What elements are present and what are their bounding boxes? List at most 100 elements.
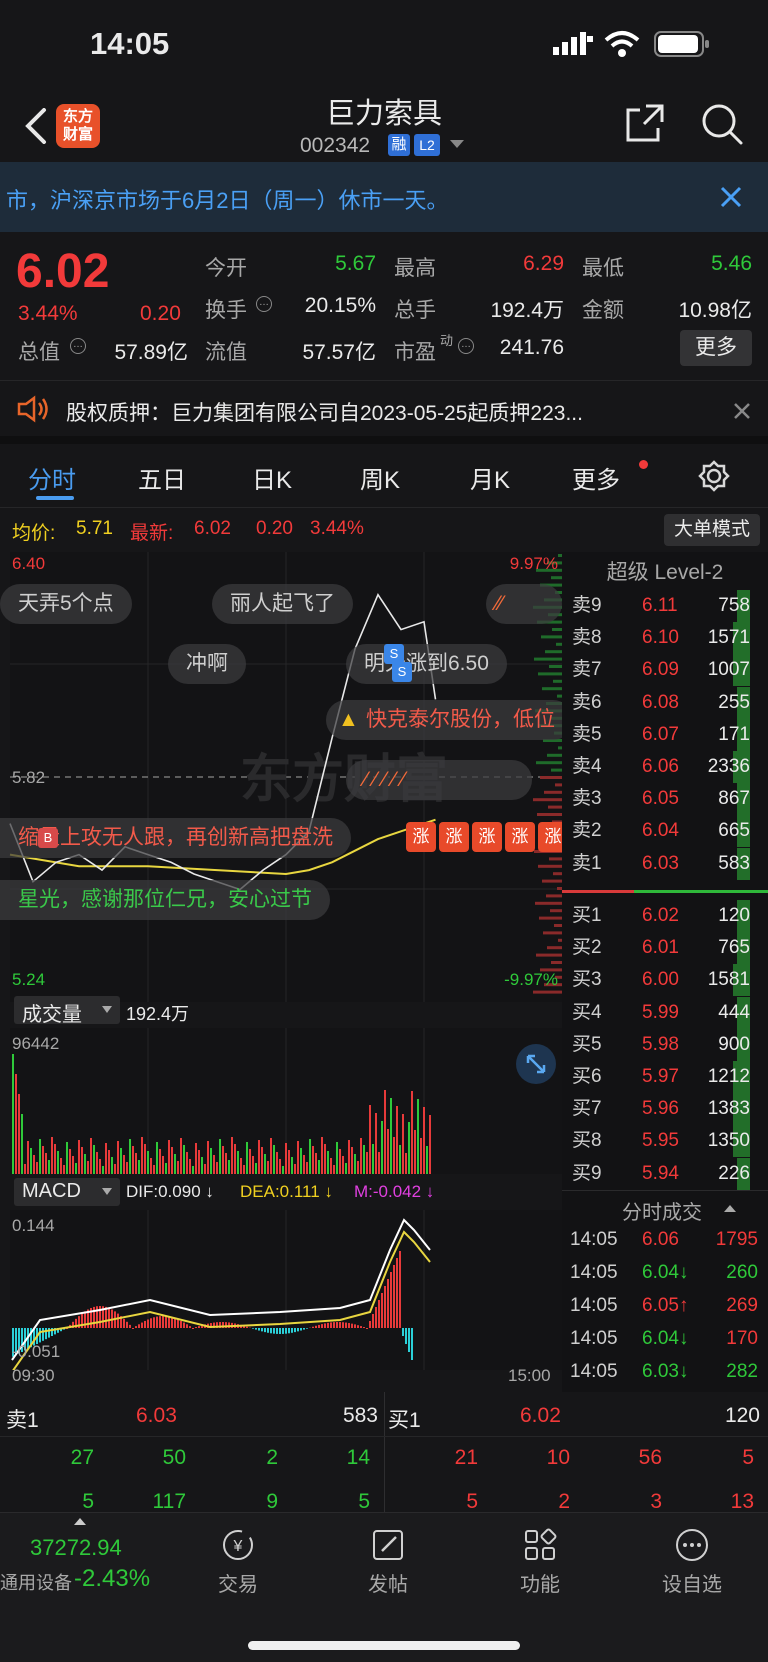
volume-bar [276, 1152, 278, 1174]
info-icon[interactable]: … [256, 296, 272, 312]
macd-chart[interactable] [0, 1210, 562, 1370]
depth-bar [534, 657, 562, 661]
level-volume: 1350 [707, 1125, 750, 1158]
index-value[interactable]: 37272.94 [30, 1535, 122, 1561]
buy-signal-badge[interactable]: B [38, 828, 58, 848]
notice-text: 市，沪深京市场于6月2日（周一）休市一天。 [6, 188, 449, 213]
trade-price: 6.04↓ [642, 1262, 689, 1283]
zhang-sticker-bubble[interactable]: ⁄⁄ [486, 584, 562, 624]
buy1-label: 买1 [388, 1409, 421, 1432]
buy-level-row[interactable]: 买8 5.95 1350 [562, 1125, 768, 1158]
volume-bar [222, 1146, 224, 1174]
info-icon[interactable]: … [458, 338, 474, 354]
news-ticker[interactable]: 股权质押：巨力集团有限公司自2023-05-25起质押223... [0, 380, 768, 444]
volume-chart[interactable] [0, 1028, 562, 1174]
buy-level-row[interactable]: 买7 5.96 1383 [562, 1093, 768, 1126]
sell-level-row[interactable]: 卖4 6.06 2336 [562, 751, 768, 783]
buy-level-row[interactable]: 买5 5.98 900 [562, 1028, 768, 1061]
volume-bar [345, 1163, 347, 1174]
settings-gear-icon[interactable] [698, 460, 730, 492]
buy-level-row[interactable]: 买1 6.02 120 [562, 900, 768, 932]
index-change-pct[interactable]: -2.43% [74, 1565, 150, 1593]
volume-bar [351, 1147, 353, 1174]
buy-level-row[interactable]: 买6 5.97 1212 [562, 1061, 768, 1093]
more-button[interactable]: 更多 [680, 330, 752, 366]
zhang-sticker-row[interactable]: 涨涨涨涨涨 [406, 822, 562, 854]
volume-bar [183, 1145, 185, 1174]
comment-bubble[interactable]: 丽人起飞了 [212, 584, 353, 624]
macd-bar [315, 1325, 317, 1328]
chevron-up-icon[interactable] [74, 1517, 86, 1525]
tab-monthly-k[interactable]: 月K [470, 460, 510, 495]
expand-chart-button[interactable] [516, 1044, 556, 1084]
macd-indicator-select[interactable]: MACD [14, 1178, 120, 1206]
volume-bar [423, 1107, 425, 1174]
post-tab[interactable]: 发帖 [356, 1527, 420, 1597]
search-icon[interactable] [700, 102, 744, 146]
macd-bar [300, 1328, 302, 1331]
big-order-mode-button[interactable]: 大单模式 [664, 514, 760, 546]
macd-bar [159, 1316, 161, 1328]
pe-label: 市盈 [394, 341, 436, 364]
volume-bar [348, 1140, 350, 1174]
sell-level-row[interactable]: 卖7 6.09 1007 [562, 654, 768, 687]
sell-level-row[interactable]: 卖1 6.03 583 [562, 847, 768, 880]
zhang-sticker-bubble[interactable]: ⁄ ⁄ ⁄ ⁄ ⁄ [346, 760, 532, 800]
buy-level-row[interactable]: 买4 5.99 444 [562, 996, 768, 1029]
macd-bar [291, 1328, 293, 1333]
volume-bar [333, 1165, 335, 1174]
comment-bubble[interactable]: ▲ 快克泰尔股份，低位 [326, 700, 573, 740]
add-watchlist-tab[interactable]: 设自选 [650, 1527, 734, 1597]
sell-level-row[interactable]: 卖9 6.11 758 [562, 590, 768, 622]
sell-signal-badge[interactable]: S [384, 644, 404, 664]
trade-row: 14:05 6.05↑ 269 [562, 1290, 768, 1322]
tab-five-day[interactable]: 五日 [138, 460, 186, 495]
sell-level-row[interactable]: 卖3 6.05 867 [562, 783, 768, 816]
volume-indicator-select[interactable]: 成交量 [14, 996, 120, 1026]
level-volume: 583 [718, 847, 750, 880]
function-tab[interactable]: 功能 [508, 1527, 572, 1597]
info-icon[interactable]: … [70, 338, 86, 354]
tab-weekly-k[interactable]: 周K [360, 460, 400, 495]
volume-bar [228, 1160, 230, 1174]
tab-intraday[interactable]: 分时 [28, 460, 76, 495]
index-name[interactable]: 通用设备 [0, 1569, 72, 1595]
macd-dif: DIF:0.090 ↓ [126, 1182, 214, 1201]
macd-bar [282, 1328, 284, 1334]
volume-bar [255, 1163, 257, 1174]
comment-bubble[interactable]: 天弄5个点 [0, 584, 132, 624]
level-price: 6.00 [642, 969, 679, 991]
tab-daily-k[interactable]: 日K [252, 460, 292, 495]
sell-level-row[interactable]: 卖6 6.08 255 [562, 686, 768, 719]
close-icon[interactable] [734, 403, 750, 419]
dropdown-caret-icon[interactable] [450, 140, 464, 150]
macd-bar [384, 1286, 386, 1328]
macd-indicator-label: MACD [22, 1180, 81, 1202]
volume-bar [354, 1154, 356, 1174]
volume-bar [237, 1151, 239, 1174]
sell-level-row[interactable]: 卖5 6.07 171 [562, 718, 768, 751]
volume-bar [270, 1138, 272, 1174]
comment-bubble[interactable]: 冲啊 [168, 644, 246, 684]
comment-bubble[interactable]: 星光，感谢那位仁兄，安心过节 [0, 880, 330, 920]
market-notice-banner[interactable]: 市，沪深京市场于6月2日（周一）休市一天。 [0, 162, 768, 232]
buy-split-value: 3 [650, 1490, 662, 1513]
volume-bar [381, 1121, 383, 1174]
trade-row: 14:05 6.04↓ 170 [562, 1323, 768, 1355]
share-icon[interactable] [624, 102, 666, 144]
buy-level-row[interactable]: 买9 5.94 226 [562, 1157, 768, 1190]
macd-bar [195, 1327, 197, 1328]
trade-tab[interactable]: ¥ 交易 [206, 1527, 270, 1597]
sell-level-row[interactable]: 卖8 6.10 1571 [562, 622, 768, 655]
trades-title[interactable]: 分时成交 [622, 1196, 702, 1225]
sell-signal-badge[interactable]: S [392, 662, 412, 682]
buy-level-row[interactable]: 买2 6.01 765 [562, 932, 768, 965]
close-icon[interactable] [720, 186, 742, 208]
time-axis-start: 09:30 [12, 1366, 55, 1385]
buy-level-row[interactable]: 买3 6.00 1581 [562, 964, 768, 997]
sell-level-row[interactable]: 卖2 6.04 665 [562, 815, 768, 848]
tab-more[interactable]: 更多 [572, 460, 620, 495]
volume-bar [282, 1166, 284, 1174]
comment-bubble[interactable]: 明天涨到6.50 [346, 644, 507, 684]
chevron-up-icon[interactable] [724, 1204, 736, 1212]
